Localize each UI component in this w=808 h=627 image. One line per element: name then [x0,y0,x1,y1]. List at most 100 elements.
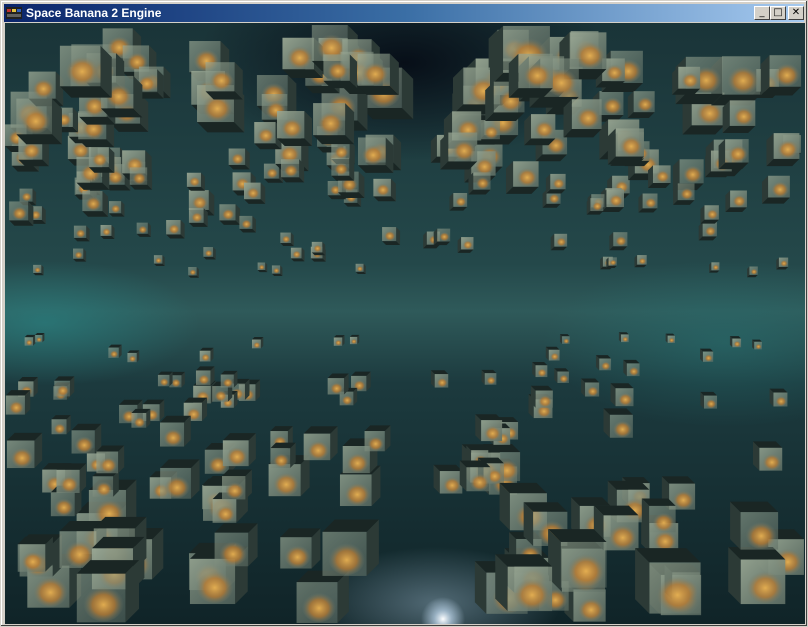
cube [270,442,296,468]
cube [747,266,758,278]
cube [508,53,553,98]
cube [82,190,109,217]
cube [244,182,266,204]
cube [468,172,491,195]
cube [33,264,44,276]
cube [586,198,604,215]
cube [648,165,671,188]
cube [524,114,556,146]
cube [129,167,153,190]
cube [228,148,250,170]
cube [24,334,36,346]
cube [88,147,115,173]
cube [160,459,200,499]
cube [290,247,305,262]
cube [277,111,312,146]
cube [188,267,199,278]
cube [607,128,644,165]
cube [9,201,34,226]
cube [76,560,140,623]
cube [73,248,87,262]
minimize-button[interactable]: _ [754,6,770,20]
cube [108,201,125,217]
cube [601,189,625,212]
cube [641,498,676,533]
cube [672,66,701,95]
cube [532,361,548,378]
cube [725,190,747,213]
cube [100,224,115,239]
cube [5,390,31,415]
cube [457,237,474,253]
close-button[interactable]: ✕ [788,6,804,20]
cube [550,233,568,251]
cube [56,463,87,493]
cube [331,157,355,181]
cube [222,469,252,500]
cube [440,132,478,170]
cube [322,519,379,576]
cube [166,220,185,239]
close-icon: ✕ [791,7,801,18]
cube [281,159,305,183]
cube [700,205,719,224]
cube [222,433,256,467]
cube [349,334,360,345]
cube [239,215,256,233]
cube [311,241,326,256]
cube [303,426,338,461]
cube [6,432,43,469]
cube [505,161,539,194]
cube [730,501,779,550]
cube [430,370,449,388]
cube [545,173,566,194]
cube [595,355,612,371]
cube [665,333,675,343]
cube [199,347,214,362]
cube [581,378,600,397]
cube [257,262,268,273]
cube [153,255,165,266]
cube [160,415,191,447]
cube [638,193,658,213]
game-viewport[interactable] [5,23,805,624]
cube [698,222,717,241]
cube [323,54,358,89]
cube [127,350,140,363]
cube [205,62,243,100]
cube [635,548,701,614]
cube [530,385,553,408]
cube [610,383,634,407]
cube [186,172,205,191]
cube [700,348,714,362]
cube [280,232,294,246]
cube [634,255,647,268]
cube [271,265,283,276]
cube [71,423,102,454]
cube [776,257,789,270]
title-bar[interactable]: Space Banana 2 Engine _ □ ✕ [4,4,804,22]
cube [373,178,396,202]
cube [355,263,366,274]
cube [219,204,241,225]
cube [203,247,216,260]
cube [475,414,503,442]
cube [16,98,62,145]
cube [762,175,790,204]
cube [623,359,640,377]
cube [700,391,718,409]
cube [752,441,783,471]
maximize-button[interactable]: □ [770,6,786,20]
cube [136,222,151,237]
cube [433,228,451,246]
cube [481,369,497,385]
cube [752,339,762,350]
cube [280,528,321,569]
cube [545,346,560,361]
cube [559,334,570,344]
cube [709,262,720,273]
cube [188,208,208,227]
cube [131,408,151,428]
cube [364,425,391,452]
cube [554,368,569,383]
